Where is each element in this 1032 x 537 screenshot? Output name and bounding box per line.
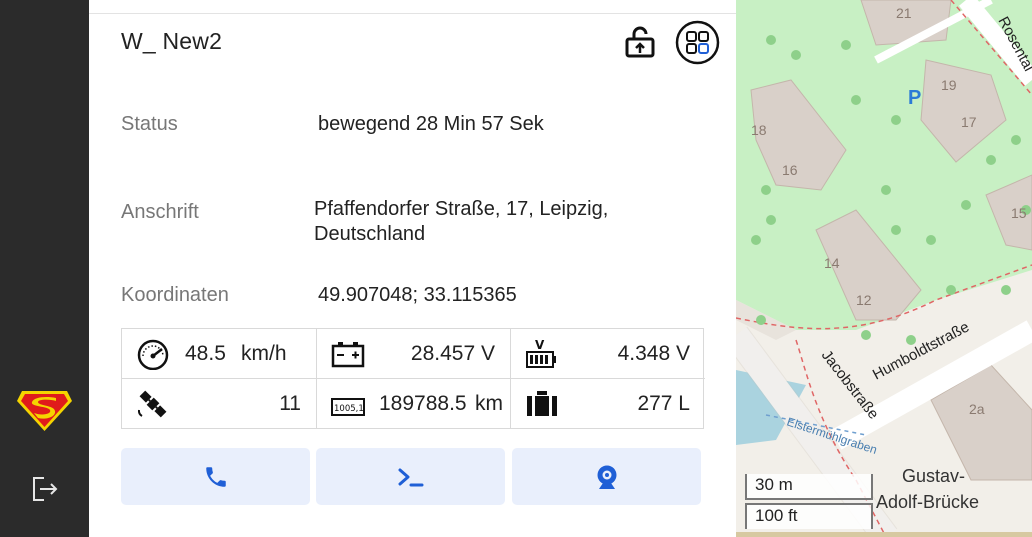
- terminal-command-button[interactable]: [316, 448, 505, 505]
- superman-logo-icon[interactable]: [16, 387, 73, 433]
- webcam-icon: [597, 465, 616, 489]
- satellites-cell: 11: [122, 379, 317, 429]
- apps-grid-button[interactable]: [675, 20, 720, 65]
- svg-text:15: 15: [1011, 205, 1027, 221]
- phone-icon: [205, 466, 226, 487]
- map-view[interactable]: 21 19 18 17 16 15 14 12 2a P Humboldtstr…: [736, 0, 1032, 537]
- svg-text:16: 16: [782, 162, 798, 178]
- address-line-2: Deutschland: [314, 223, 426, 245]
- status-label: Status: [121, 113, 178, 135]
- battery-cell: 28.457 V: [317, 329, 511, 379]
- bridge-label-line-2: Adolf-Brücke: [876, 492, 979, 512]
- svg-text:21: 21: [896, 5, 912, 21]
- vehicle-title: W_ New2: [121, 28, 223, 54]
- camera-button[interactable]: [512, 448, 701, 505]
- map-scale-metric: 30 m: [745, 474, 873, 500]
- coordinates-label: Koordinaten: [121, 284, 229, 306]
- unlock-icon: [625, 26, 655, 58]
- odometer-cell: 1005,1 189788.5 km: [317, 379, 511, 429]
- car-battery-icon: [331, 342, 365, 368]
- svg-text:18: 18: [751, 122, 767, 138]
- map-canvas[interactable]: 21 19 18 17 16 15 14 12 2a P Humboldtstr…: [736, 0, 1032, 537]
- speed-value: 48.5: [185, 342, 226, 365]
- sidebar: [0, 0, 89, 537]
- bridge-label-line-1: Gustav-: [902, 466, 965, 486]
- call-button[interactable]: [121, 448, 310, 505]
- address-value: Pfaffendorfer Straße, 17, Leipzig, Deuts…: [314, 197, 634, 247]
- grid-icon: [675, 20, 720, 65]
- fuel-level-value: 277 L: [637, 392, 690, 415]
- unlock-button[interactable]: [624, 26, 656, 58]
- divider: [89, 13, 736, 14]
- svg-text:14: 14: [824, 255, 840, 271]
- map-bottom-strip: [736, 532, 1032, 537]
- cell-voltage-value: 4.348 V: [617, 342, 690, 365]
- satellites-count: 11: [279, 392, 301, 415]
- battery-voltage-icon: V: [526, 338, 556, 368]
- address-line-1: Pfaffendorfer Straße, 17, Leipzig,: [314, 198, 609, 220]
- speed-unit: km/h: [241, 342, 287, 365]
- vehicle-info-panel: W_ New2 Status bewegend 28 Min 57 Sek An…: [89, 0, 736, 537]
- terminal-icon: [398, 468, 423, 486]
- address-label: Anschrift: [121, 201, 199, 223]
- fuel-tank-icon: [527, 391, 557, 416]
- svg-text:V: V: [535, 338, 545, 352]
- odometer-value: 189788.5: [379, 392, 467, 415]
- status-value: bewegend 28 Min 57 Sek: [318, 113, 544, 135]
- parking-label: P: [908, 87, 921, 109]
- svg-text:2a: 2a: [969, 401, 985, 417]
- fuel-cell: 277 L: [511, 379, 705, 429]
- odometer-icon: 1005,1: [331, 398, 365, 416]
- speed-cell: 48.5 km/h: [122, 329, 317, 379]
- coordinates-value: 49.907048; 33.115365: [318, 284, 517, 306]
- satellite-icon: [137, 390, 167, 418]
- svg-text:19: 19: [941, 77, 957, 93]
- map-scale-imperial: 100 ft: [745, 503, 873, 529]
- voltage-cell: V 4.348 V: [511, 329, 705, 379]
- logout-icon[interactable]: [30, 474, 60, 504]
- svg-text:1005,1: 1005,1: [334, 404, 364, 414]
- sensor-grid: 48.5 km/h 28.457 V V 4.348 V 11 1005,1 1…: [121, 328, 705, 429]
- speedometer-icon: [137, 339, 169, 370]
- battery-voltage-value: 28.457 V: [410, 342, 495, 365]
- svg-text:12: 12: [856, 292, 872, 308]
- odometer-unit: km: [475, 392, 503, 415]
- svg-text:17: 17: [961, 114, 977, 130]
